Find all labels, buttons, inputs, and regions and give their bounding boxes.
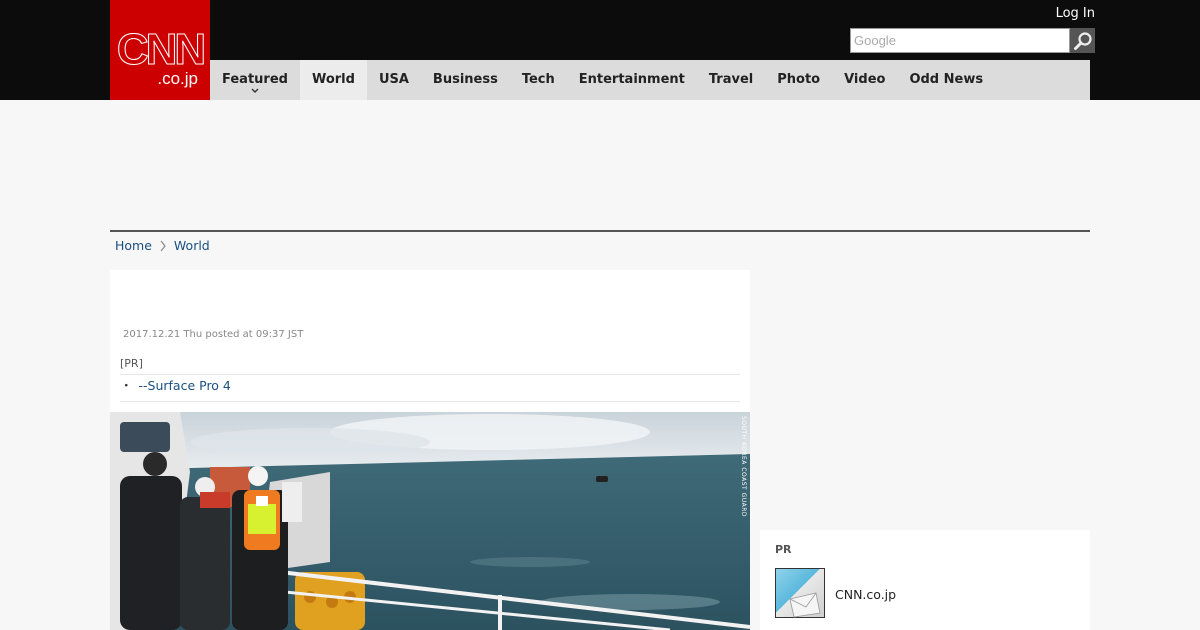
pr-label: [PR] xyxy=(120,356,740,375)
pr-item-link[interactable]: CNN.co.jp xyxy=(835,587,896,602)
breadcrumb-world[interactable]: World xyxy=(174,238,210,253)
breadcrumb: Home World xyxy=(115,238,210,253)
sidebar-ad-area xyxy=(760,270,1090,520)
envelope-icon xyxy=(789,592,821,618)
logo-main-text: CNN xyxy=(116,25,206,74)
section-divider xyxy=(110,230,1090,232)
nav-item-label: Business xyxy=(432,72,498,87)
nav-item-label: Featured xyxy=(222,72,288,87)
nav-item-label: Photo xyxy=(777,72,821,87)
nav-item-label: Tech xyxy=(521,72,555,87)
nav-item-label: World xyxy=(311,72,355,87)
cnn-logo[interactable]: CNN .co.jp xyxy=(110,0,210,100)
nav-item-odd-news[interactable]: Odd News xyxy=(897,60,995,100)
nav-item-usa[interactable]: USA xyxy=(367,60,421,100)
search-button[interactable] xyxy=(1070,28,1095,53)
pr-list-item: ・ --Surface Pro 4 xyxy=(120,375,740,402)
article-photo: SOUTH KOREA COAST GUARD xyxy=(110,412,750,630)
nav-item-entertainment[interactable]: Entertainment xyxy=(567,60,697,100)
breadcrumb-home[interactable]: Home xyxy=(115,238,152,253)
bullet: ・ xyxy=(120,378,133,393)
nav-item-featured[interactable]: Featured xyxy=(210,60,300,100)
pr-box: [PR] ・ --Surface Pro 4 xyxy=(120,356,740,402)
nav-item-world[interactable]: World xyxy=(299,60,367,100)
nav-item-label: Video xyxy=(844,72,886,87)
main-nav: Featured World USA Business Tech Enterta… xyxy=(210,60,1090,100)
search-box xyxy=(850,28,1095,53)
nav-item-label: Odd News xyxy=(909,72,984,87)
nav-item-label: USA xyxy=(378,72,409,87)
top-header: CNN .co.jp Log In Featured World USA Bus… xyxy=(0,0,1200,100)
chevron-down-icon xyxy=(251,88,259,93)
nav-item-label: Travel xyxy=(708,72,754,87)
nav-item-travel[interactable]: Travel xyxy=(697,60,765,100)
search-icon xyxy=(1073,31,1092,50)
photo-credit: SOUTH KOREA COAST GUARD xyxy=(740,416,747,518)
article-card: 2017.12.21 Thu posted at 09:37 JST [PR] … xyxy=(110,270,750,630)
nav-item-tech[interactable]: Tech xyxy=(510,60,567,100)
chevron-right-icon xyxy=(160,240,166,251)
nav-item-label: Entertainment xyxy=(578,72,685,87)
pr-thumbnail[interactable] xyxy=(775,568,825,618)
nav-item-photo[interactable]: Photo xyxy=(765,60,832,100)
article-date: 2017.12.21 Thu posted at 09:37 JST xyxy=(123,329,304,340)
nav-item-business[interactable]: Business xyxy=(421,60,510,100)
sidebar-pr-widget: PR CNN.co.jp xyxy=(760,530,1090,630)
nav-item-video[interactable]: Video xyxy=(832,60,897,100)
login-link[interactable]: Log In xyxy=(1056,6,1095,21)
sidebar-pr-title: PR xyxy=(775,543,792,556)
ship-deck-sea-image xyxy=(110,412,750,630)
pr-link[interactable]: --Surface Pro 4 xyxy=(139,378,231,393)
banner-ad-area xyxy=(110,100,1090,230)
search-input[interactable] xyxy=(850,28,1070,53)
